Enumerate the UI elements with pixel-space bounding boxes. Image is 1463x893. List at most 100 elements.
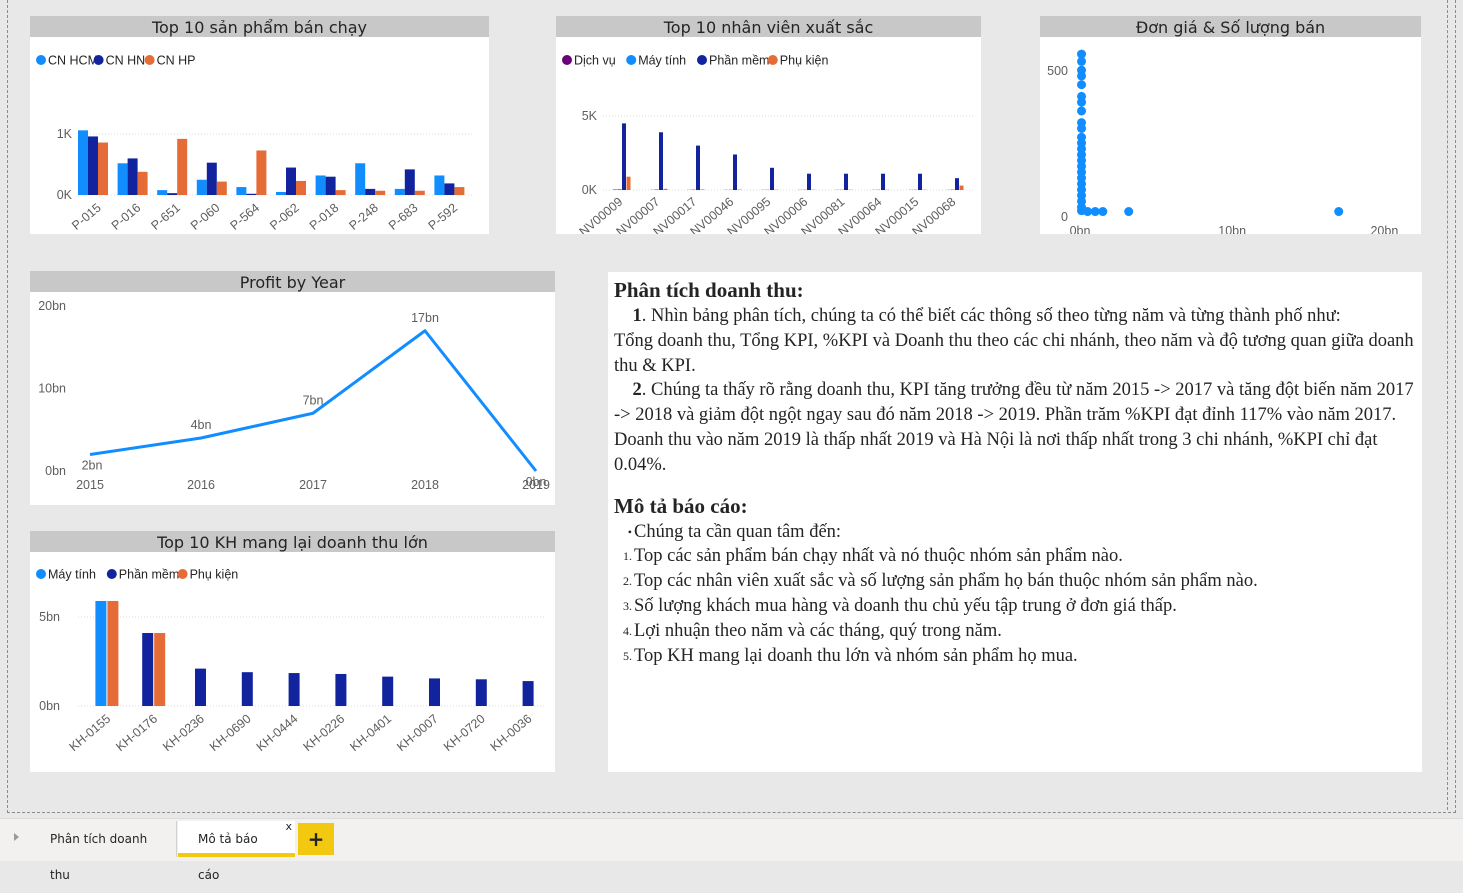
tab-phan-tich-doanh-thu[interactable]: Phân tích doanh thu (30, 821, 177, 857)
bar-ph-ki-n-nv00007 (664, 189, 668, 190)
scatter-point-28 (1334, 207, 1343, 216)
x-tick-label-kh-0401: KH-0401 (347, 712, 394, 754)
x-tick-label-2019: 2019 (522, 478, 550, 492)
top-customers-chart[interactable]: Máy tínhPhần mềmPhụ kiện5bn0bnKH-0155KH-… (30, 552, 555, 772)
data-label-2016: 4bn (191, 418, 212, 432)
bar-ph-ki-n-nv00017 (701, 189, 705, 190)
tab-close-icon[interactable]: x (285, 809, 292, 845)
bar-ph-n-m-m-kh-0720 (476, 679, 487, 706)
bar-cn-hn-p-016 (128, 158, 138, 195)
top-customers-visual[interactable]: Top 10 KH mang lại doanh thu lớn Máy tín… (30, 531, 555, 772)
add-page-button[interactable]: + (298, 823, 334, 855)
list-marker: 3. (614, 594, 634, 619)
top-customers-title: Top 10 KH mang lại doanh thu lớn (30, 531, 555, 552)
report-desc-item-4: 4.Lợi nhuận theo năm và các tháng, quý t… (614, 619, 1416, 644)
analysis-heading: Phân tích doanh thu: (614, 276, 1416, 304)
bar-cn-hn-p-248 (365, 189, 375, 195)
tab-2-label: Mô tả báo cáo (198, 832, 258, 882)
x-tick-label-p-062: P-062 (267, 201, 302, 233)
legend-label-ph-ki-n: Phụ kiện (780, 54, 829, 68)
tab-1-label: Phân tích doanh thu (50, 832, 147, 882)
point-2-number: 2 (633, 380, 642, 400)
price-qty-title: Đơn giá & Số lượng bán (1040, 16, 1421, 37)
bar-ph-n-m-m-nv00068 (955, 178, 959, 190)
bar-ph-n-m-m-kh-0444 (289, 673, 300, 706)
legend-label-cn-hcm: CN HCM (48, 54, 98, 68)
tab-mo-ta-bao-cao[interactable]: Mô tả báo cáox (178, 821, 295, 857)
top-employees-visual[interactable]: Top 10 nhân viên xuất sắc Dịch vụMáy tín… (556, 16, 981, 234)
bar-m-y-t-nh-kh-0155 (95, 601, 106, 706)
bar-cn-hcm-p-592 (434, 175, 444, 195)
profit-title: Profit by Year (30, 271, 555, 292)
bullet-text: Chúng ta cần quan tâm đến: (634, 520, 841, 545)
y-tick-label: 5K (582, 109, 598, 123)
legend-marker-cn-hp (145, 55, 155, 65)
legend-marker-cn-hn (94, 55, 104, 65)
price-qty-chart[interactable]: 50000bn10bn20bn (1040, 37, 1421, 234)
analysis-point-2-detail: Doanh thu vào năm 2019 là thấp nhất 2019… (614, 428, 1416, 478)
bar-cn-hcm-p-060 (197, 180, 207, 195)
profit-visual[interactable]: Profit by Year 20bn10bn0bn2bn20154bn2016… (30, 271, 555, 505)
legend-label-m-y-t-nh: Máy tính (638, 54, 686, 68)
bar-cn-hp-p-018 (336, 190, 346, 195)
bar-ph-n-m-m-nv00015 (918, 174, 922, 190)
report-desc-list: 1.Top các sản phẩm bán chạy nhất và nó t… (614, 544, 1416, 668)
list-marker: 2. (614, 569, 634, 594)
top-products-title: Top 10 sản phẩm bán chạy (30, 16, 489, 37)
bar-ph-n-m-m-nv00064 (881, 174, 885, 190)
y-tick-label: 500 (1047, 64, 1068, 78)
canvas-edge (1446, 0, 1448, 810)
list-marker: 1. (614, 544, 634, 569)
point-1-text: . Nhìn bảng phân tích, chúng ta có thể b… (642, 306, 1341, 326)
page-tab-bar: Phân tích doanh thu Mô tả báo cáox + (0, 818, 1463, 861)
bar-cn-hn-p-683 (405, 169, 415, 195)
bar-ph-n-m-m-kh-0007 (429, 678, 440, 706)
data-label-2015: 2bn (82, 459, 103, 473)
tab-scroll-arrow-icon[interactable] (14, 833, 19, 841)
x-tick-label-kh-0036: KH-0036 (488, 712, 535, 754)
top-products-chart[interactable]: CN HCMCN HNCN HP1K0KP-015P-016P-651P-060… (30, 37, 489, 234)
bar-ph-n-m-m-nv00017 (696, 146, 700, 190)
x-tick-label-2018: 2018 (411, 478, 439, 492)
legend-label-ph-n-m-m: Phần mềm (119, 568, 179, 582)
bar-cn-hp-p-651 (177, 139, 187, 195)
legend-marker-d-ch-v (562, 55, 572, 65)
scatter-point-3 (1077, 71, 1086, 80)
profit-chart[interactable]: 20bn10bn0bn2bn20154bn20167bn201717bn2018… (30, 292, 555, 505)
bar-cn-hp-p-060 (217, 182, 227, 195)
x-tick-label-kh-0236: KH-0236 (160, 712, 207, 754)
bar-ph-n-m-m-nv00007 (659, 132, 663, 190)
bar-cn-hcm-p-016 (118, 163, 128, 195)
scatter-point-4 (1077, 80, 1086, 89)
x-tick-label-p-015: P-015 (69, 201, 104, 233)
x-tick-label-kh-0176: KH-0176 (113, 712, 160, 754)
bar-cn-hn-p-015 (88, 136, 98, 195)
bar-cn-hcm-p-015 (78, 130, 88, 195)
legend-marker-m-y-t-nh (36, 569, 46, 579)
report-desc-item-3: 3.Số lượng khách mua hàng và doanh thu c… (614, 594, 1416, 619)
bar-cn-hcm-p-651 (157, 190, 167, 195)
y-tick-label: 0bn (45, 464, 66, 478)
x-tick-label-kh-0226: KH-0226 (301, 712, 348, 754)
bar-ph-n-m-m-kh-0401 (382, 677, 393, 706)
x-tick-label-kh-0155: KH-0155 (67, 712, 114, 754)
bar-cn-hp-p-062 (296, 181, 306, 195)
bar-cn-hp-p-016 (138, 172, 148, 195)
x-tick-label-p-683: P-683 (386, 201, 421, 233)
legend-label-ph-n-m-m: Phần mềm (709, 54, 769, 68)
price-qty-visual[interactable]: Đơn giá & Số lượng bán 50000bn10bn20bn (1040, 16, 1421, 234)
x-tick-label: 20bn (1370, 224, 1398, 234)
bar-ph-ki-n-nv00068 (960, 186, 964, 190)
scatter-point-6 (1077, 98, 1086, 107)
data-label-2018: 17bn (411, 311, 439, 325)
x-tick-label-2015: 2015 (76, 478, 104, 492)
analysis-point-1: 1. Nhìn bảng phân tích, chúng ta có thể … (614, 304, 1416, 329)
top-employees-chart[interactable]: Dịch vụMáy tínhPhần mềmPhụ kiện5K0KNV000… (556, 37, 981, 234)
analysis-point-1-detail: Tổng doanh thu, Tổng KPI, %KPI và Doanh … (614, 329, 1416, 379)
analysis-textbox[interactable]: Phân tích doanh thu: 1. Nhìn bảng phân t… (608, 272, 1422, 772)
bar-cn-hcm-p-248 (355, 163, 365, 195)
bar-cn-hn-p-062 (286, 168, 296, 195)
bar-cn-hp-p-248 (375, 191, 385, 195)
list-item-text: Số lượng khách mua hàng và doanh thu chủ… (634, 594, 1177, 619)
top-products-visual[interactable]: Top 10 sản phẩm bán chạy CN HCMCN HNCN H… (30, 16, 489, 234)
